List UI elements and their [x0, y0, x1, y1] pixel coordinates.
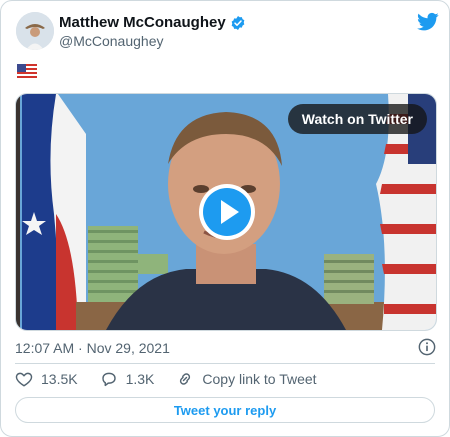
info-icon[interactable]	[418, 338, 436, 356]
reply-action[interactable]: 1.3K	[100, 370, 155, 388]
copy-link-label: Copy link to Tweet	[202, 371, 317, 387]
copy-link-action[interactable]: Copy link to Tweet	[176, 370, 317, 388]
tweet-actions: 13.5K 1.3K Copy link to Tweet	[15, 370, 339, 388]
us-flag-emoji-icon	[17, 64, 37, 78]
video-media[interactable]: Watch on Twitter	[15, 93, 437, 331]
like-action[interactable]: 13.5K	[15, 370, 78, 388]
reply-count: 1.3K	[125, 371, 155, 387]
reply-bubble-icon	[101, 372, 116, 387]
verified-badge-icon	[231, 15, 245, 30]
tweet-your-reply-button[interactable]: Tweet your reply	[15, 397, 435, 423]
divider	[15, 363, 435, 364]
like-count: 13.5K	[41, 371, 78, 387]
watch-on-twitter-button[interactable]: Watch on Twitter	[287, 104, 427, 134]
author-handle[interactable]: @McConaughey	[59, 33, 164, 49]
link-icon	[180, 373, 191, 385]
author-name-row[interactable]: Matthew McConaughey	[59, 14, 246, 31]
author-name[interactable]: Matthew McConaughey	[59, 14, 226, 31]
heart-icon	[15, 372, 33, 387]
avatar[interactable]	[16, 12, 54, 50]
twitter-logo-icon[interactable]	[417, 12, 439, 32]
play-button-icon[interactable]	[198, 183, 256, 241]
tweet-card: Matthew McConaughey @McConaughey Watch o…	[0, 0, 450, 437]
tweet-timestamp[interactable]: 12:07 AM · Nov 29, 2021	[15, 340, 170, 356]
